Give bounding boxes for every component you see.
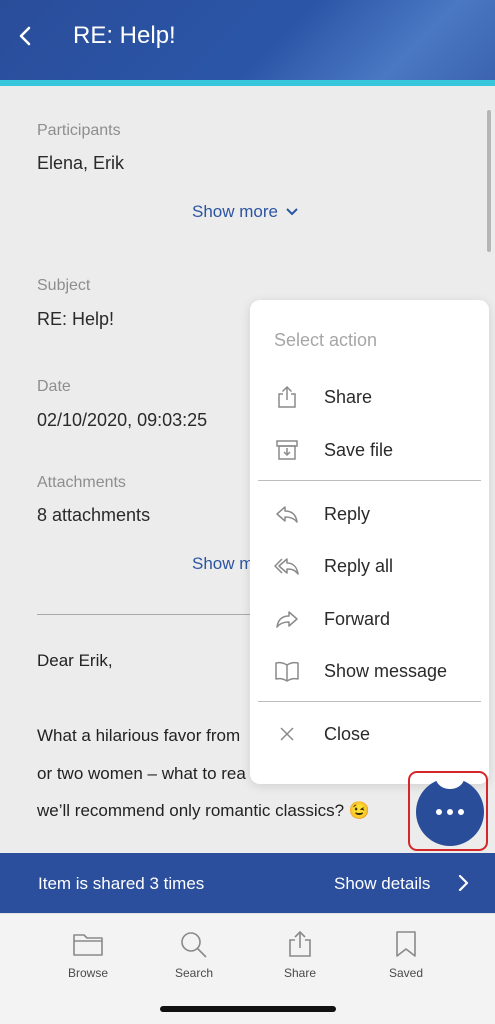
participants-value: Elena, Erik	[37, 153, 125, 173]
back-button[interactable]	[10, 18, 40, 54]
folder-icon	[73, 934, 103, 956]
reply-icon	[276, 506, 298, 523]
tab-label: Search	[174, 966, 214, 980]
menu-divider	[258, 480, 481, 481]
tab-label: Saved	[388, 966, 424, 980]
show-more-label: Show more	[192, 202, 278, 221]
chevron-left-icon	[19, 26, 31, 46]
save-file-icon	[276, 440, 298, 460]
tab-browse[interactable]: Browse	[43, 930, 133, 980]
shared-info-bar: Item is shared 3 times Show details	[0, 853, 495, 913]
attachments-value: 8 attachments	[37, 505, 151, 525]
tab-search[interactable]: Search	[149, 930, 239, 980]
menu-item-save-file[interactable]: Save file	[250, 427, 489, 473]
highlight-box	[408, 771, 488, 851]
menu-item-label: Reply	[324, 503, 371, 524]
show-more-participants-button[interactable]: Show more	[192, 202, 298, 222]
show-more-attachments-button[interactable]: Show m	[192, 554, 253, 574]
menu-item-share[interactable]: Share	[250, 374, 489, 420]
book-icon	[275, 661, 299, 682]
menu-item-reply-all[interactable]: Reply all	[250, 543, 489, 589]
scrollbar[interactable]	[487, 110, 491, 252]
date-label: Date	[37, 378, 71, 395]
participants-label: Participants	[37, 122, 121, 139]
shared-count-text: Item is shared 3 times	[38, 874, 205, 893]
chevron-down-icon	[286, 208, 298, 216]
forward-icon	[276, 611, 298, 628]
show-details-link[interactable]: Show details	[334, 874, 430, 894]
menu-divider	[258, 701, 481, 702]
search-icon	[181, 932, 207, 958]
tab-share[interactable]: Share	[255, 930, 345, 980]
date-value: 02/10/2020, 09:03:25	[37, 410, 208, 430]
menu-item-label: Close	[324, 723, 371, 744]
menu-item-label: Forward	[324, 608, 391, 629]
close-icon	[280, 727, 294, 741]
menu-item-label: Share	[324, 386, 373, 407]
chevron-right-icon[interactable]	[457, 873, 469, 893]
menu-item-show-message[interactable]: Show message	[250, 648, 489, 694]
subject-value: RE: Help!	[37, 309, 115, 329]
page-title: RE: Help!	[73, 22, 176, 49]
menu-item-close[interactable]: Close	[250, 711, 489, 757]
menu-item-forward[interactable]: Forward	[250, 596, 489, 642]
tab-label: Browse	[67, 966, 108, 980]
attachments-label: Attachments	[37, 474, 126, 491]
reply-all-icon	[274, 558, 299, 575]
tab-saved[interactable]: Saved	[361, 930, 451, 980]
menu-item-label: Reply all	[324, 555, 394, 576]
message-line-2: or two women – what to rea	[37, 764, 246, 783]
share-icon	[289, 930, 311, 957]
menu-item-label: Show message	[324, 660, 448, 681]
select-action-menu: Select action Share Save file Reply Repl…	[250, 300, 489, 784]
header-accent-line	[0, 80, 495, 86]
menu-title: Select action	[274, 330, 378, 350]
menu-item-label: Save file	[324, 439, 394, 460]
subject-label: Subject	[37, 277, 91, 294]
message-line-3: we’ll recommend only romantic classics? …	[37, 801, 370, 820]
menu-item-reply[interactable]: Reply	[250, 491, 489, 537]
share-icon	[278, 385, 296, 408]
tab-label: Share	[283, 966, 317, 980]
message-line-1: What a hilarious favor from	[37, 726, 241, 745]
show-more-label: Show m	[192, 554, 254, 573]
message-greeting: Dear Erik,	[37, 651, 113, 670]
bookmark-icon	[396, 931, 416, 957]
home-indicator	[160, 1006, 336, 1012]
